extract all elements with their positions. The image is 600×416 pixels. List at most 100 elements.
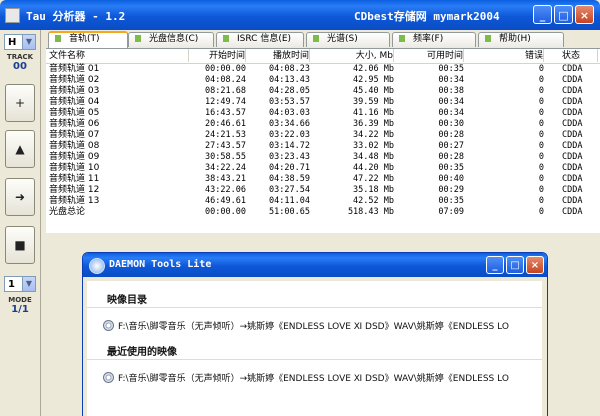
eject-button[interactable]: ▲ (5, 130, 35, 168)
forward-button[interactable]: ➜ (5, 178, 35, 216)
column-header[interactable]: 可用时间 (398, 49, 464, 62)
daemon-maximize-button[interactable]: □ (506, 256, 524, 274)
table-row[interactable]: 音频轨道 05 16:43.57 04:03.03 41.16 Mb 00:34 0 CDD… (46, 108, 600, 119)
table-cell: CDDA (562, 185, 583, 195)
table-row[interactable]: 音频轨道 02 04:08.24 04:13.43 42.95 Mb 00:34 0 CDD… (46, 75, 600, 86)
table-cell: 0 (538, 86, 544, 96)
table-cell: 00:34 (438, 97, 464, 107)
daemon-minimize-button[interactable]: _ (486, 256, 504, 274)
table-cell: 20:46.61 (205, 119, 246, 129)
column-header[interactable]: 错误 (466, 49, 544, 62)
table-cell: 音频轨道 13 (49, 196, 100, 206)
table-row[interactable]: 音频轨道 12 43:22.06 03:27.54 35.18 Mb 00:29 0 CDD… (46, 185, 600, 196)
tab-label: 音轨(T) (69, 34, 100, 44)
table-cell: 42.06 Mb (353, 64, 394, 74)
table-row[interactable]: 音频轨道 07 24:21.53 03:22.03 34.22 Mb 00:28 0 CDD… (46, 130, 600, 141)
table-cell: 0 (538, 185, 544, 195)
chevron-down-icon[interactable]: ▼ (22, 277, 35, 291)
table-row[interactable]: 音频轨道 11 38:43.21 04:38.59 47.22 Mb 00:40 0 CDD… (46, 174, 600, 185)
tab-frequency[interactable]: 频率(F) (392, 32, 476, 47)
table-cell: 0 (538, 97, 544, 107)
table-row[interactable]: 音频轨道 13 46:49.61 04:11.04 42.52 Mb 00:35 0 CDD… (46, 196, 600, 207)
tab-flag-icon (55, 35, 61, 42)
daemon-title-bar[interactable]: DAEMON Tools Lite _ □ × (83, 253, 547, 277)
table-row[interactable]: 音频轨道 10 34:22.24 04:20.71 44.20 Mb 00:35 0 CDD… (46, 163, 600, 174)
title-bar[interactable]: Tau 分析器 - 1.2 CDbest存储网 mymark2004 _ □ × (0, 0, 600, 30)
table-cell: CDDA (562, 97, 583, 107)
table-cell: 音频轨道 10 (49, 163, 100, 173)
image-path: F:\音乐\脚零音乐（无声倾听）→姚斯婷《ENDLESS LOVE Ⅺ DSD》… (118, 374, 509, 384)
table-cell: 00:28 (438, 130, 464, 140)
tab-spectrum[interactable]: 光谱(S) (306, 32, 390, 47)
table-cell: 07:09 (438, 207, 464, 217)
stop-button[interactable]: ■ (5, 226, 35, 264)
tab-flag-icon (313, 35, 319, 42)
tab-isrc-info[interactable]: ISRC 信息(E) (216, 32, 304, 47)
table-cell: 24:21.53 (205, 130, 246, 140)
minimize-button[interactable]: _ (533, 5, 552, 24)
total-row[interactable]: 光盘总论 00:00.00 51:00.65 518.43 Mb 07:09 0 CDDA (46, 207, 600, 218)
table-cell: CDDA (562, 196, 583, 206)
table-cell: 04:08.23 (269, 64, 310, 74)
table-cell: 03:22.03 (269, 130, 310, 140)
table-cell: 00:35 (438, 163, 464, 173)
table-cell: 47.22 Mb (353, 174, 394, 184)
tab-disc-info[interactable]: 光盘信息(C) (128, 32, 214, 47)
table-cell: 00:28 (438, 152, 464, 162)
table-cell: CDDA (562, 174, 583, 184)
table-cell: CDDA (562, 86, 583, 96)
table-cell: 04:08.24 (205, 75, 246, 85)
column-header[interactable]: 文件名称 (49, 49, 189, 62)
table-cell: 00:40 (438, 174, 464, 184)
table-row[interactable]: 音频轨道 03 08:21.68 04:28.05 45.40 Mb 00:38 0 CDD… (46, 86, 600, 97)
table-cell: 0 (538, 108, 544, 118)
table-cell: 音频轨道 06 (49, 119, 100, 129)
daemon-close-button[interactable]: × (526, 256, 544, 274)
tab-help[interactable]: 帮助(H) (478, 32, 564, 47)
tab-flag-icon (135, 35, 141, 42)
column-header[interactable]: 开始时间 (192, 49, 246, 62)
table-cell: 0 (538, 152, 544, 162)
close-button[interactable]: × (575, 5, 594, 24)
table-cell: 04:38.59 (269, 174, 310, 184)
chevron-down-icon[interactable]: ▼ (22, 35, 35, 49)
table-row[interactable]: 音频轨道 09 30:58.55 03:23.43 34.48 Mb 00:28 0 CDD… (46, 152, 600, 163)
table-cell: 0 (538, 64, 544, 74)
table-row[interactable]: 音频轨道 08 27:43.57 03:14.72 33.02 Mb 00:27 0 CDD… (46, 141, 600, 152)
table-cell: 音频轨道 02 (49, 75, 100, 85)
table-row[interactable]: 音频轨道 04 12:49.74 03:53.57 39.59 Mb 00:34 0 CDD… (46, 97, 600, 108)
recent-images-heading: 最近使用的映像 (107, 347, 177, 358)
track-value: 00 (13, 61, 27, 72)
table-cell: 0 (538, 196, 544, 206)
column-header[interactable]: 大小, Mb (316, 49, 394, 62)
table-row[interactable]: 音频轨道 01 00:00.00 04:08.23 42.06 Mb 00:35 0 CDD… (46, 64, 600, 75)
tab-flag-icon (223, 35, 229, 42)
image-catalog-item[interactable]: F:\音乐\脚零音乐（无声倾听）→姚斯婷《ENDLESS LOVE Ⅺ DSD》… (103, 319, 509, 332)
table-cell: 00:34 (438, 75, 464, 85)
tab-tracks[interactable]: 音轨(T) (48, 31, 128, 48)
maximize-button[interactable]: □ (554, 5, 573, 24)
table-cell: 03:53.57 (269, 97, 310, 107)
track-select[interactable]: H ▼ (4, 34, 36, 50)
recent-image-item[interactable]: F:\音乐\脚零音乐（无声倾听）→姚斯婷《ENDLESS LOVE Ⅺ DSD》… (103, 371, 509, 384)
add-button[interactable]: + (5, 84, 35, 122)
table-cell: 音频轨道 08 (49, 141, 100, 151)
table-cell: 音频轨道 01 (49, 64, 100, 74)
table-cell: CDDA (562, 141, 583, 151)
table-cell: 音频轨道 07 (49, 130, 100, 140)
table-cell: 43:22.06 (205, 185, 246, 195)
column-header[interactable]: 状态 (562, 49, 598, 62)
tab-label: 帮助(H) (499, 34, 531, 44)
table-cell: 00:29 (438, 185, 464, 195)
table-cell: 34.22 Mb (353, 130, 394, 140)
table-cell: 00:30 (438, 119, 464, 129)
table-row[interactable]: 音频轨道 06 20:46.61 03:34.66 36.39 Mb 00:30 0 CDD… (46, 119, 600, 130)
table-cell: 00:27 (438, 141, 464, 151)
track-list: 文件名称 开始时间 播放时间 大小, Mb 可用时间 错误 状态 音频轨道 01… (46, 48, 600, 233)
mode-select[interactable]: 1 ▼ (4, 276, 36, 292)
table-cell: 0 (538, 75, 544, 85)
column-header[interactable]: 播放时间 (252, 49, 310, 62)
mode-select-value: 1 (8, 279, 15, 290)
table-cell: CDDA (562, 207, 583, 217)
table-cell: 03:23.43 (269, 152, 310, 162)
